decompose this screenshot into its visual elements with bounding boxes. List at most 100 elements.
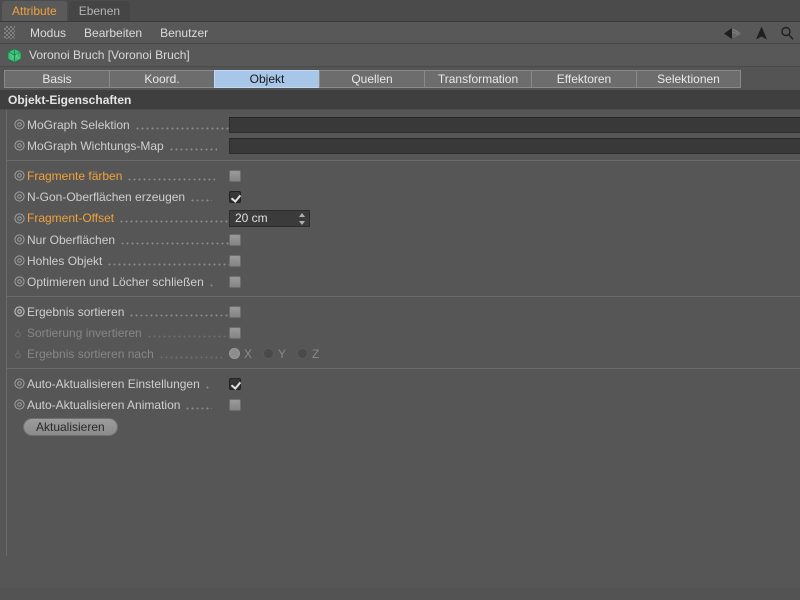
checkbox-hohles-objekt[interactable] bbox=[229, 254, 241, 267]
window-tab-strip: Attribute Ebenen bbox=[0, 0, 800, 22]
menu-item-modus[interactable]: Modus bbox=[21, 22, 75, 44]
row-optimieren-und-loecher-schliessen[interactable]: Optimieren und Löcher schließen bbox=[7, 271, 800, 292]
label-auto-aktualisieren-einstellungen: Auto-Aktualisieren Einstellungen bbox=[27, 376, 200, 391]
animation-track-circle-icon[interactable] bbox=[11, 378, 27, 389]
checkbox-ngon-oberflaechen-erzeugen[interactable] bbox=[229, 190, 241, 203]
dot-leader bbox=[127, 169, 216, 182]
dot-leader bbox=[134, 118, 230, 131]
tab-transformation[interactable]: Transformation bbox=[424, 69, 531, 88]
properties-panel: MoGraph Selektion MoGraph Wichtungs-Map … bbox=[6, 110, 800, 556]
tab-effektoren-label: Effektoren bbox=[556, 71, 612, 86]
animation-track-circle-icon[interactable] bbox=[11, 234, 27, 245]
animation-track-circle-icon[interactable] bbox=[11, 170, 27, 181]
checkbox-auto-einstellungen-wrap bbox=[229, 377, 241, 390]
window-tab-ebenen[interactable]: Ebenen bbox=[68, 1, 131, 21]
input-mograph-wichtungs-map-wrap bbox=[229, 137, 800, 154]
animation-track-circle-icon[interactable] bbox=[11, 140, 27, 151]
checkbox-auto-aktualisieren-animation[interactable] bbox=[229, 398, 241, 411]
row-sortierung-invertieren: Sortierung invertieren bbox=[7, 322, 800, 343]
menu-bar: Modus Bearbeiten Benutzer bbox=[0, 22, 800, 44]
animation-track-circle-icon[interactable] bbox=[11, 399, 27, 410]
row-nur-oberflaechen[interactable]: Nur Oberflächen bbox=[7, 229, 800, 250]
row-hohles-objekt[interactable]: Hohles Objekt bbox=[7, 250, 800, 271]
row-auto-aktualisieren-einstellungen[interactable]: Auto-Aktualisieren Einstellungen bbox=[7, 373, 800, 394]
tab-transformation-label: Transformation bbox=[437, 71, 519, 86]
input-mograph-selektion[interactable] bbox=[229, 116, 800, 133]
checkbox-optimieren-und-loecher-schliessen[interactable] bbox=[229, 275, 241, 288]
animation-track-circle-icon[interactable] bbox=[11, 306, 27, 317]
up-arrow-icon[interactable] bbox=[755, 26, 768, 40]
number-fragment-offset-value: 20 cm bbox=[235, 211, 268, 225]
checkbox-sortierung-invertieren bbox=[229, 326, 241, 339]
animation-track-circle-icon[interactable] bbox=[11, 276, 27, 287]
search-icon[interactable] bbox=[780, 26, 794, 40]
menu-bar-icon-group bbox=[723, 22, 794, 44]
tab-selektionen[interactable]: Selektionen bbox=[636, 69, 741, 88]
back-arrow-icon[interactable] bbox=[723, 27, 743, 40]
window-tab-ebenen-label: Ebenen bbox=[78, 4, 121, 18]
section-title-objekt-eigenschaften: Objekt-Eigenschaften bbox=[0, 90, 800, 110]
animation-track-hook-icon bbox=[11, 348, 27, 359]
tab-effektoren[interactable]: Effektoren bbox=[531, 69, 636, 88]
property-tab-bar: Basis Koord. Objekt Quellen Transformati… bbox=[0, 67, 800, 90]
row-mograph-selektion[interactable]: MoGraph Selektion bbox=[7, 114, 800, 135]
checkbox-ngon-oberflaechen-wrap bbox=[229, 190, 241, 203]
grip-dots-icon[interactable] bbox=[4, 26, 15, 39]
animation-track-circle-icon[interactable] bbox=[11, 191, 27, 202]
label-ergebnis-sortieren: Ergebnis sortieren bbox=[27, 304, 125, 319]
animation-track-circle-icon[interactable] bbox=[11, 212, 27, 224]
dot-leader bbox=[168, 139, 217, 152]
dot-leader bbox=[204, 377, 209, 390]
row-fragmente-faerben[interactable]: Fragmente färben bbox=[7, 165, 800, 186]
tab-basis[interactable]: Basis bbox=[4, 69, 109, 88]
animation-track-circle-icon[interactable] bbox=[11, 255, 27, 266]
row-ergebnis-sortieren-nach: Ergebnis sortieren nach X Y Z bbox=[7, 343, 800, 364]
animation-track-circle-icon[interactable] bbox=[11, 119, 27, 130]
row-ergebnis-sortieren[interactable]: Ergebnis sortieren bbox=[7, 301, 800, 322]
input-mograph-wichtungs-map[interactable] bbox=[229, 137, 800, 154]
dot-leader bbox=[185, 398, 213, 411]
checkbox-ergebnis-sortieren[interactable] bbox=[229, 305, 241, 318]
tab-objekt-label: Objekt bbox=[249, 71, 285, 86]
label-nur-oberflaechen: Nur Oberflächen bbox=[27, 232, 116, 247]
group-separator bbox=[7, 368, 800, 369]
menu-item-bearbeiten[interactable]: Bearbeiten bbox=[75, 22, 151, 44]
label-ngon-oberflaechen-erzeugen: N-Gon-Oberflächen erzeugen bbox=[27, 189, 186, 204]
checkbox-fragmente-faerben[interactable] bbox=[229, 169, 241, 182]
label-hohles-objekt: Hohles Objekt bbox=[27, 253, 103, 268]
dot-leader bbox=[190, 190, 213, 203]
checkbox-nur-oberflaechen[interactable] bbox=[229, 233, 241, 246]
checkbox-auto-aktualisieren-einstellungen[interactable] bbox=[229, 377, 241, 390]
window-tab-attribute[interactable]: Attribute bbox=[2, 1, 67, 21]
radio-sort-axis-z bbox=[297, 348, 309, 359]
row-mograph-wichtungs-map[interactable]: MoGraph Wichtungs-Map bbox=[7, 135, 800, 156]
row-fragment-offset[interactable]: Fragment-Offset 20 cm bbox=[7, 207, 800, 229]
label-optimieren-und-loecher-schliessen: Optimieren und Löcher schließen bbox=[27, 274, 204, 289]
row-ngon-oberflaechen-erzeugen[interactable]: N-Gon-Oberflächen erzeugen bbox=[7, 186, 800, 207]
radio-sort-axis-x bbox=[229, 348, 240, 359]
label-fragment-offset: Fragment-Offset bbox=[27, 211, 115, 225]
animation-track-hook-icon bbox=[11, 327, 27, 338]
checkbox-nur-oberflaechen-wrap bbox=[229, 233, 241, 246]
tab-koord[interactable]: Koord. bbox=[109, 69, 214, 88]
aktualisieren-button[interactable]: Aktualisieren bbox=[23, 418, 118, 436]
voronoi-fracture-object-icon bbox=[7, 47, 22, 63]
menu-item-benutzer[interactable]: Benutzer bbox=[151, 22, 217, 44]
checkbox-auto-animation-wrap bbox=[229, 398, 241, 411]
dot-leader bbox=[107, 254, 237, 267]
checkbox-ergebnis-sortieren-wrap bbox=[229, 305, 241, 318]
tab-quellen-label: Quellen bbox=[351, 71, 393, 86]
checkbox-fragmente-faerben-wrap bbox=[229, 169, 241, 182]
tab-quellen[interactable]: Quellen bbox=[319, 69, 424, 88]
number-fragment-offset[interactable]: 20 cm bbox=[229, 209, 310, 227]
label-ergebnis-sortieren-nach: Ergebnis sortieren nach bbox=[27, 346, 154, 361]
label-mograph-selektion: MoGraph Selektion bbox=[27, 117, 130, 132]
label-auto-aktualisieren-animation: Auto-Aktualisieren Animation bbox=[27, 397, 181, 412]
tab-objekt[interactable]: Objekt bbox=[214, 69, 319, 88]
label-sortierung-invertieren: Sortierung invertieren bbox=[27, 325, 142, 340]
dot-leader bbox=[120, 233, 230, 246]
spinner-fragment-offset[interactable] bbox=[298, 212, 305, 225]
radio-label-x: X bbox=[244, 346, 253, 361]
properties-body: MoGraph Selektion MoGraph Wichtungs-Map … bbox=[0, 110, 800, 588]
row-auto-aktualisieren-animation[interactable]: Auto-Aktualisieren Animation bbox=[7, 394, 800, 415]
